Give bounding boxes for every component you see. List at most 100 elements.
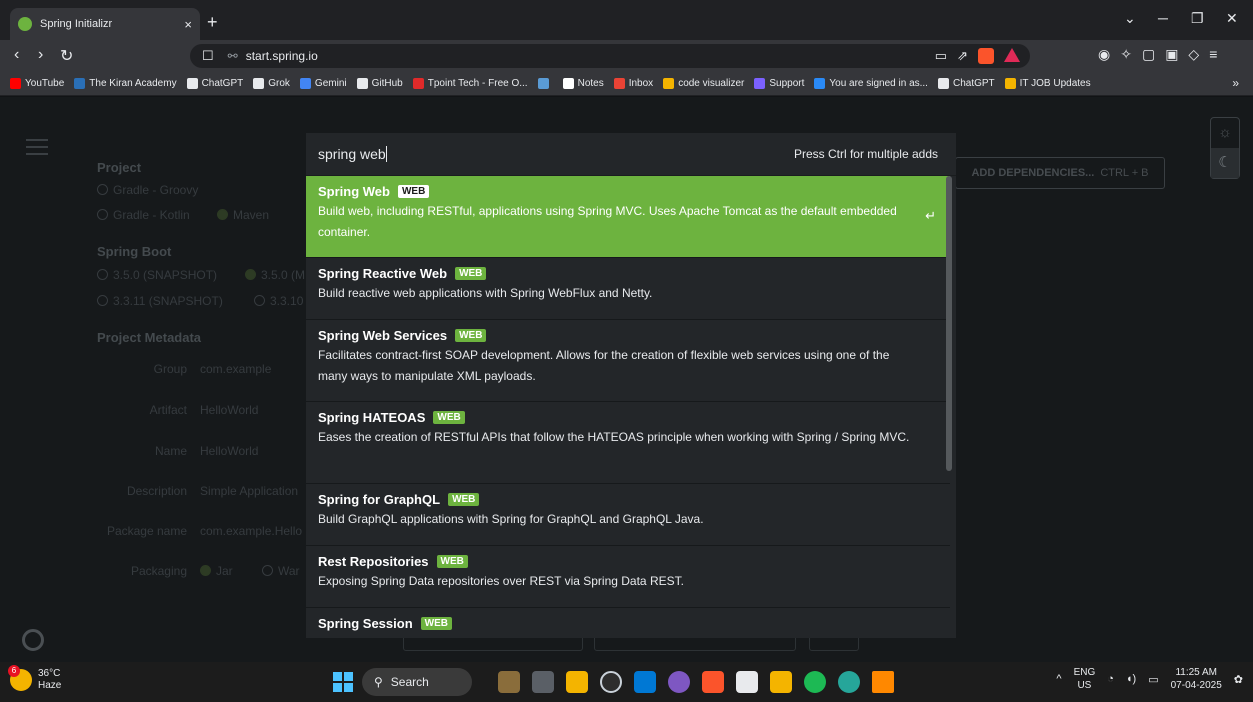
bookmark-item[interactable]: ChatGPT <box>937 78 995 89</box>
bookmark-item[interactable]: Inbox <box>613 78 653 89</box>
moon-icon[interactable]: ☾ <box>1211 148 1239 178</box>
option-boot-350-m[interactable]: 3.5.0 (M <box>245 268 305 282</box>
taskbar-search[interactable]: ⚲ Search <box>362 668 472 696</box>
weather-widget[interactable]: 6 36°C Haze <box>8 665 61 692</box>
browser-tab[interactable]: Spring Initializr × <box>10 8 200 40</box>
bookmark-item[interactable]: Notes <box>562 78 604 89</box>
dependency-result-item[interactable]: Spring Reactive Web WEB Build reactive web… <box>306 258 950 320</box>
volume-icon[interactable]: ◖) <box>1126 673 1136 685</box>
spotify-icon[interactable] <box>804 671 826 693</box>
metadata-input[interactable]: com.example <box>200 362 271 376</box>
app-badger-icon[interactable] <box>498 671 520 693</box>
bookmark-label: Grok <box>268 78 290 89</box>
results-scrollbar[interactable] <box>946 176 952 471</box>
share-icon[interactable]: ⇗ <box>957 48 968 64</box>
brave-shields-icon[interactable] <box>978 48 994 64</box>
metadata-input[interactable]: com.example.Hello <box>200 524 302 538</box>
eclipse-alt-icon[interactable] <box>838 671 860 693</box>
metadata-input[interactable]: HelloWorld <box>200 403 258 417</box>
option-maven[interactable]: Maven <box>217 208 269 222</box>
language-indicator[interactable]: ENG US <box>1074 666 1096 692</box>
metadata-label: Package name <box>106 524 187 538</box>
bookmark-item[interactable]: Gemini <box>299 78 347 89</box>
wallet-icon[interactable]: ▣ <box>1165 46 1178 63</box>
task-view-icon[interactable] <box>532 671 554 693</box>
sticky-notes-icon[interactable] <box>770 671 792 693</box>
option-gradle-kotlin[interactable]: Gradle - Kotlin <box>97 208 190 222</box>
github-icon[interactable] <box>22 629 44 651</box>
option-jar[interactable]: Jar <box>200 564 233 578</box>
url-bar[interactable]: ☐ ⚯ start.spring.io ▭ ⇗ <box>190 44 1030 68</box>
option-boot-3311-snapshot[interactable]: 3.3.11 (SNAPSHOT) <box>97 294 223 308</box>
option-war[interactable]: War <box>262 564 300 578</box>
site-info-icon[interactable]: ⚯ <box>228 49 238 63</box>
puzzle-icon[interactable]: ✧ <box>1120 46 1132 63</box>
bookmark-icon[interactable]: ☐ <box>202 48 214 64</box>
option-boot-350-snapshot[interactable]: 3.5.0 (SNAPSHOT) <box>97 268 217 282</box>
wifi-icon[interactable]: ◔ <box>1107 673 1114 685</box>
dependency-result-item[interactable]: Spring for GraphQL WEB Build GraphQL appli… <box>306 484 950 546</box>
maximize-button[interactable]: ❐ <box>1191 10 1204 27</box>
add-dependencies-button[interactable]: ADD DEPENDENCIES... CTRL + B <box>955 157 1165 189</box>
reload-button[interactable]: ↻ <box>60 46 73 66</box>
minimize-button[interactable]: ─ <box>1158 10 1168 26</box>
more-bookmarks-icon[interactable]: » <box>1232 76 1239 90</box>
brave-rewards-icon[interactable] <box>1004 48 1020 62</box>
vscode-icon[interactable] <box>634 671 656 693</box>
dependency-search-input[interactable]: spring web <box>318 146 794 162</box>
bookmark-item[interactable]: GitHub <box>356 78 403 89</box>
github-desktop-icon[interactable] <box>600 671 622 693</box>
sun-icon[interactable]: ☼ <box>1211 118 1239 148</box>
cast-icon[interactable]: ▭ <box>935 48 947 64</box>
close-window-button[interactable]: ✕ <box>1226 10 1238 27</box>
dependency-result-item[interactable]: Spring Web Services WEB Facilitates contra… <box>306 320 950 402</box>
back-button[interactable]: ‹ <box>14 46 19 64</box>
notion-icon[interactable] <box>736 671 758 693</box>
bookmark-item[interactable]: ChatGPT <box>186 78 243 89</box>
dependency-result-item[interactable]: Spring HATEOAS WEB Eases the creation of R… <box>306 402 950 484</box>
bookmark-item[interactable]: Grok <box>253 78 290 89</box>
brave-icon[interactable] <box>702 671 724 693</box>
metadata-input[interactable]: Simple Application <box>200 484 298 498</box>
sidebar-icon[interactable]: ▢ <box>1142 46 1155 63</box>
vlc-icon[interactable] <box>872 671 894 693</box>
bookmark-item[interactable]: code visualizer <box>663 78 744 89</box>
menu-icon[interactable]: ≡ <box>1209 46 1217 63</box>
dependency-name-row: Spring Reactive Web WEB <box>318 266 938 281</box>
tab-close-button[interactable]: × <box>184 17 192 32</box>
dependency-results-list: Spring Web WEB Build web, including RESTfu… <box>306 176 950 638</box>
clock[interactable]: 11:25 AM 07-04-2025 <box>1171 666 1222 692</box>
dependency-result-item[interactable]: Spring Web WEB Build web, including RESTfu… <box>306 176 950 258</box>
bookmark-item[interactable]: IT JOB Updates <box>1004 78 1091 89</box>
bookmark-item[interactable] <box>537 78 553 89</box>
dependency-result-item[interactable]: Rest Repositories WEB Exposing Spring Data… <box>306 546 950 608</box>
start-button[interactable] <box>333 672 353 692</box>
forward-button[interactable]: › <box>38 46 43 64</box>
bookmark-favicon-icon <box>253 78 265 89</box>
battery-icon[interactable]: ▭ <box>1148 673 1158 686</box>
bookmark-item[interactable]: YouTube <box>10 78 64 89</box>
bookmark-item[interactable]: The Kiran Academy <box>74 78 177 89</box>
notifications-icon[interactable]: ✿ <box>1234 673 1243 686</box>
system-tray: ^ ENG US ◔ ◖) ▭ 11:25 AM 07-04-2025 ✿ <box>1056 666 1243 692</box>
leo-ai-icon[interactable]: ◇ <box>1188 46 1199 63</box>
file-explorer-icon[interactable] <box>566 671 588 693</box>
eclipse-icon[interactable] <box>668 671 690 693</box>
dependency-description: Eases the creation of RESTful APIs that … <box>318 430 910 444</box>
extension-icon[interactable]: ◉ <box>1098 46 1110 63</box>
option-gradle-groovy[interactable]: Gradle - Groovy <box>97 183 198 197</box>
bookmark-item[interactable]: Tpoint Tech - Free O... <box>412 78 528 89</box>
metadata-input[interactable]: HelloWorld <box>200 444 258 458</box>
dependency-result-item[interactable]: Spring Session WEB <box>306 608 950 638</box>
bookmark-label: Support <box>769 78 805 89</box>
hamburger-menu-icon[interactable] <box>26 139 48 155</box>
theme-toggle[interactable]: ☼ ☾ <box>1210 117 1240 179</box>
tab-list-icon[interactable]: ⌄ <box>1124 10 1136 27</box>
add-dependencies-shortcut: CTRL + B <box>1100 167 1149 179</box>
new-tab-button[interactable]: + <box>207 12 218 33</box>
radio-icon <box>97 184 108 195</box>
bookmark-item[interactable]: Support <box>754 78 804 89</box>
tray-overflow-icon[interactable]: ^ <box>1056 673 1061 685</box>
option-boot-3310[interactable]: 3.3.10 <box>254 294 303 308</box>
bookmark-item[interactable]: You are signed in as... <box>814 78 928 89</box>
